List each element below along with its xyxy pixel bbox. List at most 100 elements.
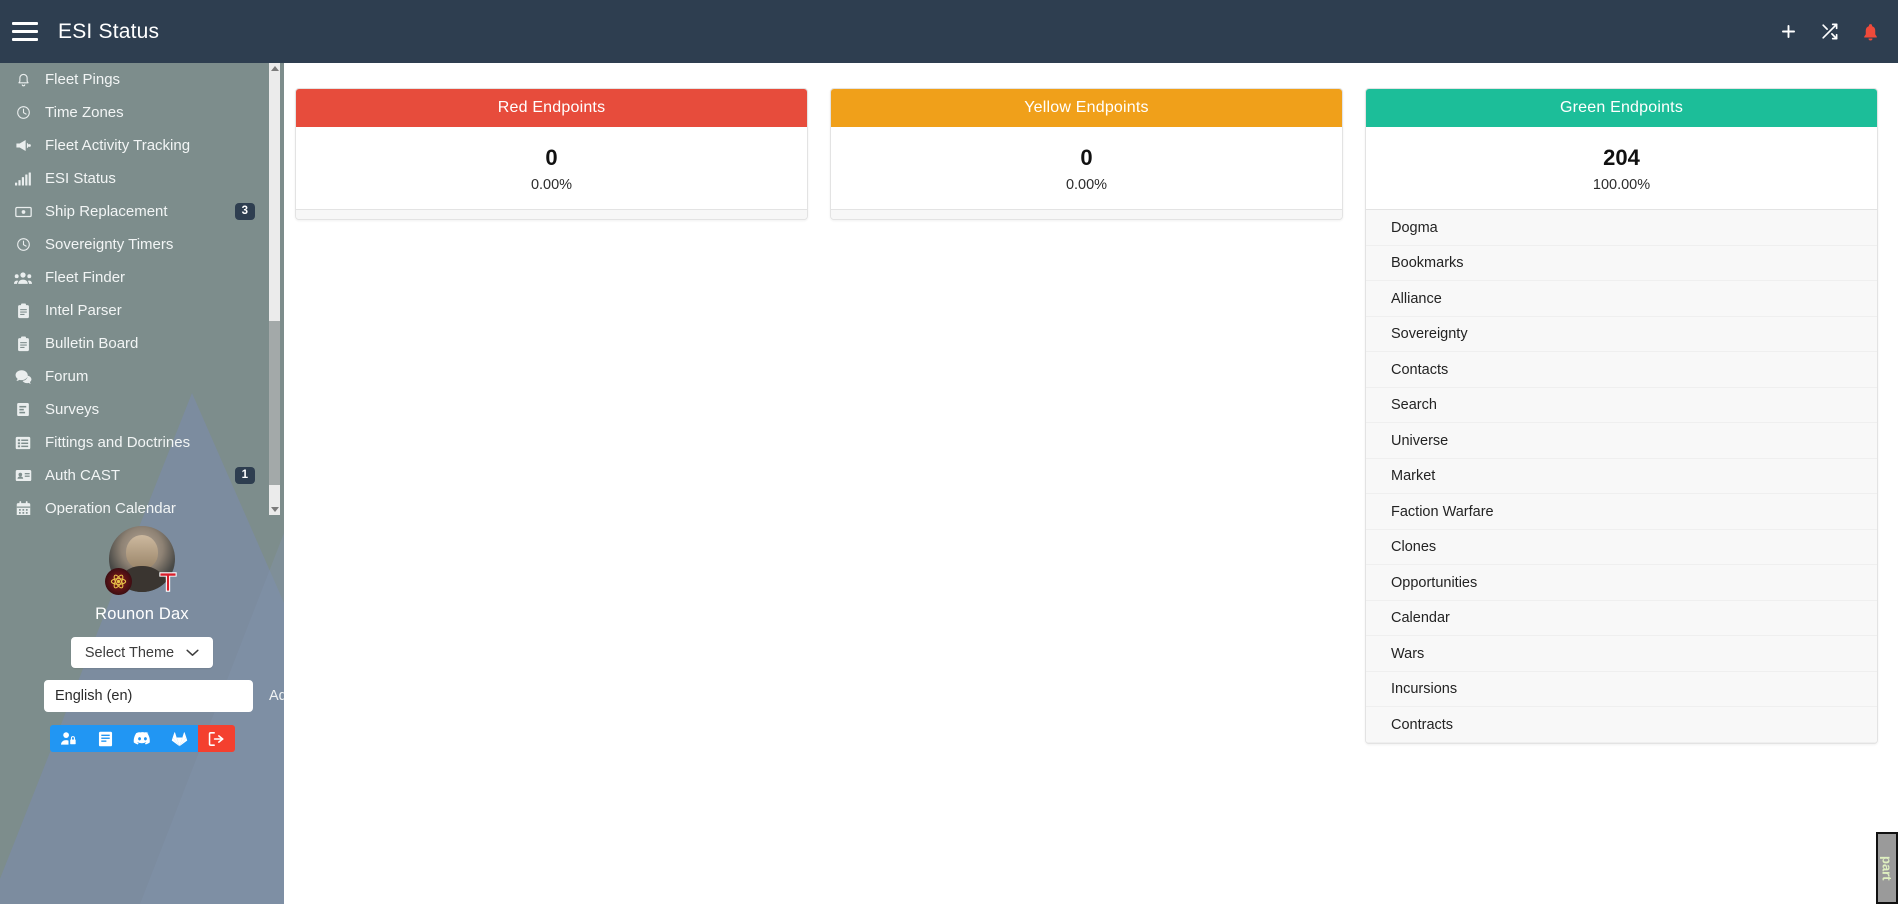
sidebar-item-auth-cast[interactable]: Auth CAST 1 [0, 459, 284, 492]
list-item[interactable]: Universe [1366, 423, 1877, 459]
plus-icon[interactable] [1779, 22, 1798, 41]
list-item[interactable]: Wars [1366, 636, 1877, 672]
card-percent: 0.00% [530, 177, 573, 194]
sidebar: Fleet Pings Time Zones Fleet Activity Trac… [0, 63, 284, 904]
list-item[interactable]: Bookmarks [1366, 245, 1877, 282]
card-body: 204 100.00% [1366, 127, 1877, 210]
card-header: Green Endpoints [1366, 89, 1877, 127]
sidebar-item-fleet-pings[interactable]: Fleet Pings [0, 63, 284, 96]
card-header: Red Endpoints [296, 89, 807, 127]
avatar-face [126, 535, 158, 569]
endpoint-card: Yellow Endpoints 0 0.00% [830, 88, 1343, 221]
bell-icon[interactable] [1861, 22, 1880, 42]
poll-icon [10, 402, 36, 417]
sidebar-item-label: Auth CAST [45, 467, 121, 484]
sidebar-item-label: Bulletin Board [45, 335, 139, 352]
card-title: Yellow Endpoints [1024, 99, 1149, 116]
user-panel: Rounon Dax Select Theme Admin [0, 518, 284, 752]
corner-widget[interactable]: part [1876, 832, 1898, 904]
sidebar-item-label: Fleet Pings [45, 71, 121, 88]
list-item[interactable]: Dogma [1366, 210, 1877, 246]
endpoint-card: Green Endpoints 204 100.00% Dogma Bookmarks A… [1365, 88, 1878, 744]
sidebar-item-label: Fleet Activity Tracking [45, 137, 191, 154]
list-item[interactable]: Alliance [1366, 281, 1877, 317]
book-icon[interactable] [86, 725, 124, 752]
hamburger-menu-icon[interactable] [12, 21, 38, 43]
caret-down-icon [270, 507, 279, 512]
sidebar-item-label: Intel Parser [45, 302, 122, 319]
sidebar-item-label: Sovereignty Timers [45, 236, 174, 253]
scrollbar-up-arrow-icon[interactable] [269, 63, 280, 74]
money-bill-icon [10, 206, 36, 218]
corporation-badge-icon [105, 568, 132, 595]
discord-icon[interactable] [123, 725, 161, 752]
card-body: 0 0.00% [296, 127, 807, 210]
app-root: ESI Status Fleet Pings Time Zones Fleet … [0, 0, 1898, 904]
card-footer [296, 209, 807, 220]
sidebar-item-bulletin-board[interactable]: Bulletin Board [0, 327, 284, 360]
sidebar-nav-list: Fleet Pings Time Zones Fleet Activity Trac… [0, 63, 284, 515]
admin-link[interactable]: Admin [269, 688, 284, 704]
list-item[interactable]: Contacts [1366, 352, 1877, 388]
main-content: Red Endpoints 0 0.00% Yellow Endpoints 0 0.00… [284, 63, 1898, 904]
hamburger-bar [12, 22, 38, 25]
endpoint-list: Dogma Bookmarks Alliance Sovereignty Contact… [1366, 209, 1877, 743]
sidebar-item-label: Ship Replacement [45, 203, 168, 220]
sidebar-item-fleet-activity-tracking[interactable]: Fleet Activity Tracking [0, 129, 284, 162]
card-percent: 0.00% [1065, 177, 1108, 194]
list-item[interactable]: Clones [1366, 529, 1877, 566]
bell-icon [10, 72, 36, 88]
sidebar-item-forum[interactable]: Forum [0, 360, 284, 393]
sidebar-nav-scroll: Fleet Pings Time Zones Fleet Activity Trac… [0, 63, 284, 515]
caret-up-icon [270, 66, 279, 71]
character-name: Rounon Dax [95, 605, 189, 623]
logout-icon[interactable] [197, 725, 235, 752]
sidebar-item-label: Time Zones [45, 104, 124, 121]
signal-bars-icon [10, 171, 36, 186]
list-item[interactable]: Search [1366, 387, 1877, 424]
id-card-icon [10, 469, 36, 482]
sidebar-item-label: Surveys [45, 401, 100, 418]
language-input[interactable] [44, 680, 253, 712]
sidebar-item-badge: 1 [234, 466, 255, 485]
sidebar-item-sovereignty-timers[interactable]: Sovereignty Timers [0, 228, 284, 261]
sidebar-item-fleet-finder[interactable]: Fleet Finder [0, 261, 284, 294]
scrollbar-down-arrow-icon[interactable] [269, 504, 280, 515]
list-item[interactable]: Faction Warfare [1366, 494, 1877, 530]
list-item[interactable]: Calendar [1366, 600, 1877, 637]
sidebar-item-esi-status[interactable]: ESI Status [0, 162, 284, 195]
endpoint-card: Red Endpoints 0 0.00% [295, 88, 808, 221]
sidebar-item-intel-parser[interactable]: Intel Parser [0, 294, 284, 327]
list-item[interactable]: Market [1366, 458, 1877, 495]
user-action-bar [49, 725, 235, 752]
gitlab-icon[interactable] [160, 725, 198, 752]
list-item[interactable]: Sovereignty [1366, 316, 1877, 353]
card-header: Yellow Endpoints [831, 89, 1342, 127]
calendar-icon [10, 500, 36, 515]
avatar[interactable] [105, 526, 177, 595]
card-count: 0 [545, 145, 558, 170]
clipboard-icon [10, 335, 36, 352]
corner-widget-label: part [1879, 855, 1895, 881]
user-lock-icon[interactable] [49, 725, 87, 752]
sidebar-item-fittings-and-doctrines[interactable]: Fittings and Doctrines [0, 426, 284, 459]
card-body: 0 0.00% [831, 127, 1342, 210]
language-row: Admin [44, 680, 284, 712]
select-theme-button[interactable]: Select Theme [70, 637, 214, 668]
list-item[interactable]: Incursions [1366, 671, 1877, 708]
clock-icon [10, 237, 36, 252]
shuffle-icon[interactable] [1820, 22, 1839, 41]
list-item[interactable]: Opportunities [1366, 565, 1877, 601]
hamburger-bar [12, 30, 38, 33]
card-count: 204 [1603, 145, 1640, 170]
sidebar-scrollbar-thumb[interactable] [269, 321, 280, 485]
card-title: Red Endpoints [497, 99, 606, 116]
list-item[interactable]: Contracts [1366, 707, 1877, 743]
card-footer [831, 209, 1342, 220]
page-title: ESI Status [58, 19, 160, 43]
sidebar-item-operation-calendar[interactable]: Operation Calendar [0, 492, 284, 515]
sidebar-item-surveys[interactable]: Surveys [0, 393, 284, 426]
sidebar-item-time-zones[interactable]: Time Zones [0, 96, 284, 129]
sidebar-item-ship-replacement[interactable]: Ship Replacement 3 [0, 195, 284, 228]
users-icon [10, 271, 36, 285]
